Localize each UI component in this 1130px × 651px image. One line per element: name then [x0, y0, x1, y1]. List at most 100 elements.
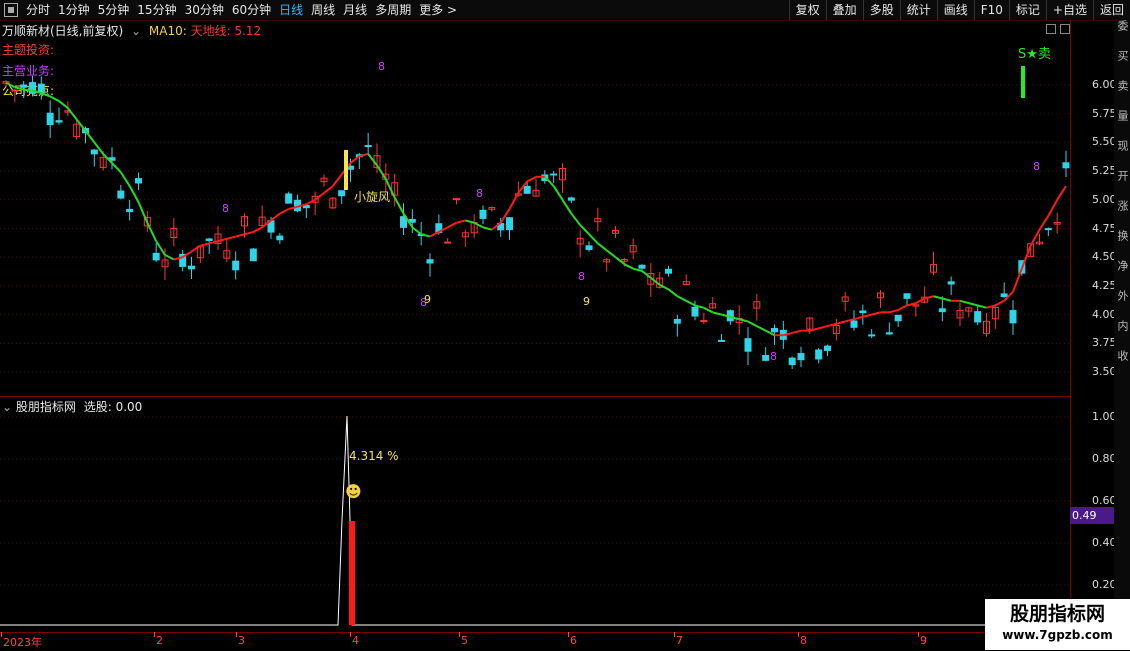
ma10-segment: [1038, 215, 1050, 231]
candle-body: [11, 89, 19, 92]
ma10-segment: [623, 263, 634, 270]
sequence-9-label: 9: [424, 293, 431, 306]
ma10-segment: [58, 100, 69, 109]
ma10-segment: [244, 230, 254, 236]
ma10-segment: [349, 155, 360, 164]
candle-body: [868, 334, 876, 337]
sequence-8-label: 8: [222, 202, 229, 215]
candle-body: [850, 320, 858, 328]
ma10-segment: [738, 318, 749, 323]
date-tick-mark: [568, 632, 569, 637]
date-tick-mark: [798, 632, 799, 637]
candle-body: [444, 241, 452, 244]
xiaoxuanfeng-label: 小旋风: [354, 190, 390, 204]
quote-side-strip: 委买卖量现开涨换净外内收: [1114, 20, 1130, 632]
price-tick: 4.25: [1092, 278, 1117, 292]
ma10-segment: [676, 295, 687, 302]
ma10-segment: [279, 208, 290, 215]
ma10-segment: [235, 233, 245, 238]
candle-body: [1000, 293, 1008, 298]
date-tick: 2023年: [3, 636, 42, 649]
ma10-segment: [1012, 268, 1023, 292]
candle-body: [479, 209, 487, 219]
candle-body: [550, 173, 558, 176]
ma10-segment: [526, 175, 537, 183]
candle-body: [426, 259, 434, 264]
ma10-segment: [712, 311, 722, 316]
sequence-8-label: 8: [476, 187, 483, 200]
candle-body: [762, 355, 770, 361]
candle-body: [938, 308, 946, 313]
candle-body: [506, 217, 513, 231]
date-tick: 9: [920, 634, 927, 647]
candle-body: [585, 245, 593, 251]
candle-body: [638, 264, 646, 269]
collapse-icon[interactable]: ⌄: [2, 400, 12, 414]
date-tick: 5: [461, 634, 468, 647]
candle-body: [408, 218, 416, 223]
ma10-segment: [84, 130, 96, 144]
candle-body: [903, 293, 911, 299]
ma10-segment: [332, 173, 343, 187]
side-label: 卖: [1116, 80, 1129, 91]
ma10-segment: [889, 309, 899, 314]
indicator-tick: 0.60: [1092, 494, 1117, 507]
candle-body: [885, 332, 893, 335]
ma10-segment: [703, 306, 714, 314]
date-tick: 4: [352, 634, 359, 647]
ma10-segment: [968, 302, 978, 307]
candle-body: [276, 235, 284, 241]
price-tick: 5.50: [1092, 135, 1117, 149]
candle-body: [691, 306, 699, 317]
ma10-segment: [67, 107, 78, 121]
ma10-segment: [323, 185, 334, 194]
price-tick: 3.50: [1092, 365, 1117, 378]
candle-body: [20, 84, 28, 88]
xiaoxuanfeng-bar: [344, 150, 348, 190]
ma10-segment: [994, 299, 1005, 307]
candle-body: [285, 193, 293, 204]
ma10-segment: [977, 304, 987, 309]
sell-signal-bar: [1021, 66, 1025, 98]
sequence-8-label: 8: [578, 270, 585, 283]
ma10-segment: [465, 219, 475, 224]
candle-body: [90, 149, 98, 155]
ma10-segment: [897, 304, 908, 311]
indicator-tick: 0.40: [1092, 536, 1117, 549]
percent-label: 4.314 %: [349, 449, 399, 463]
ma10-segment: [685, 299, 696, 307]
price-tick: 4.00: [1092, 307, 1117, 321]
candle-body: [718, 339, 725, 342]
ma10-segment: [667, 288, 678, 298]
price-tick: 6.00: [1092, 78, 1117, 91]
watermark-title: 股朋指标网: [1009, 603, 1105, 625]
price-chart[interactable]: 8 8 8 8 8 8 8 9 9 S★卖小旋风 4.314 % ☻: [0, 0, 1130, 650]
date-tick-mark: [154, 632, 155, 637]
candle-body: [135, 178, 142, 184]
ma10-segment: [146, 222, 158, 242]
sequence-8-label: 8: [1033, 160, 1040, 173]
candle-body: [249, 248, 257, 262]
side-label: 换: [1116, 230, 1129, 241]
ma10-segment: [75, 118, 87, 132]
ma10-segment: [552, 185, 564, 201]
ma10-segment: [791, 329, 802, 334]
ma10-segment: [376, 164, 387, 180]
ma10-segment: [1020, 245, 1032, 270]
ma10-segment: [190, 244, 201, 253]
candle-body: [894, 314, 902, 322]
ma10-segment: [588, 233, 599, 245]
ma10-segment: [641, 270, 652, 279]
ma10-segment: [1047, 199, 1059, 217]
panel-divider: [0, 396, 1070, 397]
ma10-segment: [942, 297, 952, 302]
candle-body: [1062, 162, 1070, 169]
ma10-segment: [597, 242, 608, 252]
watermark: 股朋指标网 www.7gpzb.com: [985, 599, 1130, 650]
side-label: 内: [1116, 320, 1129, 331]
indicator-header: ⌄ 股朋指标网 选股: 0.00: [2, 398, 142, 415]
ma10-segment: [270, 212, 281, 222]
ma10-segment: [49, 95, 60, 102]
candle-body: [453, 198, 460, 201]
watermark-url: www.7gpzb.com: [1002, 628, 1113, 642]
